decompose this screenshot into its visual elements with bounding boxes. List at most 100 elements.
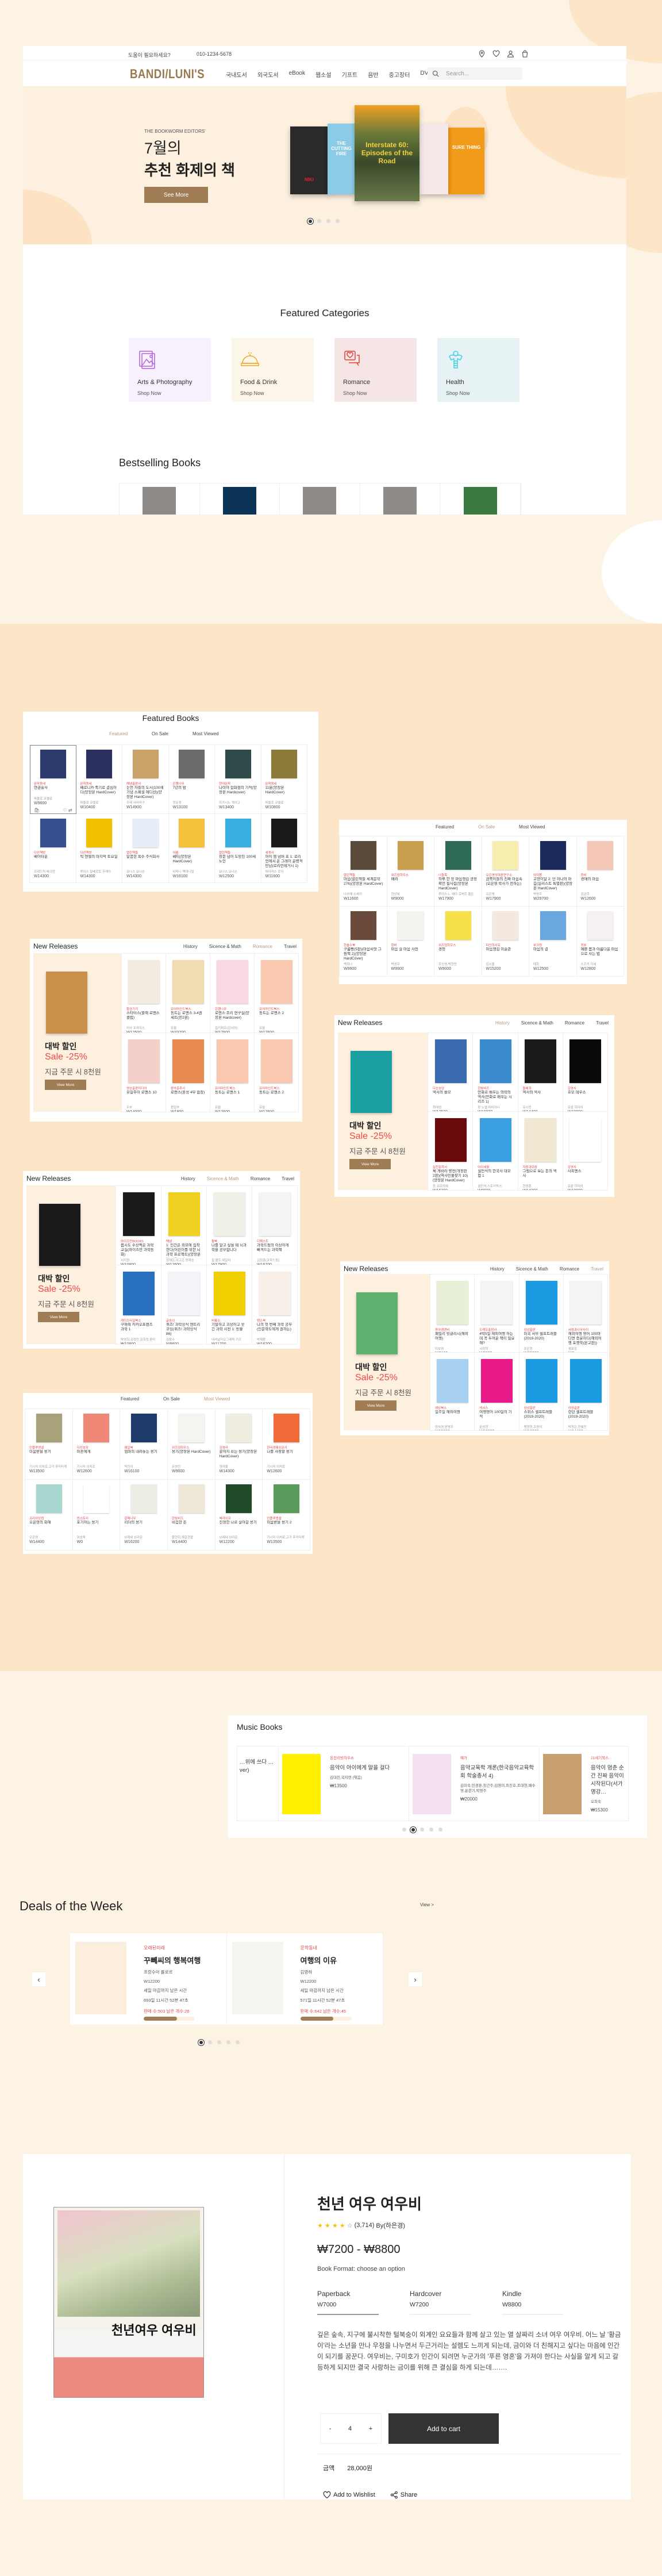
- category-card[interactable]: Food & Drink Shop Now: [232, 338, 314, 402]
- book-card[interactable]: 웨일북 엄마의 내려놓는 용기 박진아 W16100: [120, 1409, 168, 1480]
- book-cover[interactable]: [445, 841, 471, 870]
- book-card[interactable]: 유어마인드북스 동트는 로맨스 1 유월 W12600: [210, 1033, 255, 1112]
- book-cover[interactable]: [226, 1484, 252, 1513]
- book-title[interactable]: 나를 사랑할 용기: [267, 1450, 306, 1464]
- book-card[interactable]: 케이스타일북스 구해줘 카카오프렌즈 과학 1 박영희,김정민,김희정,윤미숙 W10…: [116, 1265, 161, 1345]
- bestselling-item[interactable]: [440, 483, 521, 515]
- book-title[interactable]: 과학드림의 이상하게 빠져드는 과학책: [257, 1243, 293, 1258]
- book-cover[interactable]: [172, 1039, 204, 1083]
- quantity-value[interactable]: 4: [348, 2425, 352, 2432]
- book-card[interactable]: 유어마인드북스 동트는 로맨스 2 유월 W12600: [255, 1033, 299, 1112]
- book-title[interactable]: 아이 엠 넘버 포 1: 로리언에서 온 그레이 운명적 만남(로리언레거시 1…: [265, 855, 304, 869]
- book-cover[interactable]: [131, 1414, 157, 1442]
- book-title[interactable]: 스타터스(블랙 로맨스 클럽): [126, 1011, 161, 1026]
- book-title[interactable]: 로맨스 조리 연구실(양장본 Hardcover): [215, 1011, 250, 1026]
- book-cover[interactable]: [75, 1942, 126, 2014]
- tab-travel[interactable]: Travel: [284, 944, 297, 949]
- book-card[interactable]: 은행나무 로맨스 조리 연구실(양장본 Hardcover) 밀키퍼프(김서아) W1…: [210, 954, 255, 1033]
- book-cover[interactable]: [543, 1754, 582, 1814]
- book-title[interactable]: 꾸뻬씨의 행복여행: [144, 1955, 213, 1965]
- promo-book-cover[interactable]: [39, 1204, 80, 1266]
- book-card[interactable]: 위즈덤하우스 용기(양장본 HardCover) 유영만 W9000: [167, 1409, 215, 1480]
- book-cover[interactable]: [168, 1272, 200, 1315]
- book-cover[interactable]: [540, 841, 566, 870]
- book-card[interactable]: 아띠봄 고양이달 2: 단 하나의 마음(일러스트 특별판)(양장본 HardCo…: [529, 836, 577, 907]
- book-title[interactable]: 마음의 결: [533, 947, 573, 962]
- book-title[interactable]: 미움받을 용기 2: [267, 1521, 306, 1535]
- book-title[interactable]: 몹시도 수상쩍은 과학교실(와이즈만 과학동화): [121, 1243, 157, 1258]
- book-card[interactable]: 부크럼 마음의 결 태희 W12500: [529, 907, 577, 977]
- book-title[interactable]: 설민석의 한국사 대모험 1: [478, 1169, 513, 1184]
- category-card[interactable]: Health Shop Now: [437, 338, 519, 402]
- tab-travel[interactable]: Travel: [591, 1266, 603, 1272]
- book-card[interactable]: 열린책들 창문 넘어 도망친 100세 노인 요나스 요나손 W12500: [215, 814, 261, 883]
- book-title[interactable]: 퀴즈! 과학상식 엔트리 코딩(퀴즈! 과학상식 86): [166, 1323, 202, 1337]
- book-title[interactable]: 경애의 마음: [581, 877, 621, 892]
- book-card[interactable]: 아름 베티(양장본 HardCover) 티파니 맥대니얼 W16100: [168, 814, 215, 883]
- nav-item[interactable]: eBook: [289, 70, 305, 79]
- book-title[interactable]: 하루 한 장 마음챙김 긍정 확언 필사집(양장본 HardCover): [438, 877, 478, 892]
- book-title[interactable]: 여행의 이유: [301, 1955, 370, 1965]
- book-title[interactable]: 해외여행 영어 100마디면 충분하다(해외여행 포켓북(본고판)): [568, 1332, 603, 1346]
- book-title[interactable]: 그림으로 보는 돈의 역사: [523, 1169, 559, 1184]
- book-title[interactable]: 음악교육학 개론(한국음악교육학회 학술총서 4): [460, 1764, 536, 1780]
- book-title[interactable]: 사피엔스: [568, 1169, 603, 1184]
- book-title[interactable]: 스위스 셀프트래블(2019-2020): [524, 1410, 559, 1425]
- tab-romance[interactable]: Romance: [565, 1020, 584, 1026]
- book-card[interactable]: 세계사 아이 엠 넘버 포 1: 로리언에서 온 그레이 운명적 만남(로리언레거…: [261, 814, 307, 883]
- book-title[interactable]: 배려: [391, 877, 431, 892]
- book-cover[interactable]: [36, 1484, 62, 1513]
- tab-most-viewed[interactable]: Most Viewed: [193, 731, 219, 736]
- book-cover[interactable]: [437, 1359, 469, 1403]
- bestselling-item[interactable]: [280, 483, 360, 515]
- add-to-wishlist-button[interactable]: Add to Wishlist: [323, 2491, 375, 2499]
- carousel-dot[interactable]: [226, 2040, 230, 2044]
- book-title[interactable]: 연금술사: [34, 786, 72, 796]
- book-card[interactable]: 넥서스여행영어 100일의 기적문성현W10800: [475, 1353, 519, 1431]
- category-card[interactable]: Romance Shop Now: [334, 338, 417, 402]
- book-card[interactable]: 인플루엔셜 미움받을 용기 기시미 이치로,고가 후미타케 W13500: [25, 1409, 73, 1480]
- carousel-dot[interactable]: [438, 1828, 442, 1832]
- shop-now-link[interactable]: Shop Now: [240, 390, 305, 396]
- tab-history[interactable]: History: [181, 1176, 195, 1181]
- add-to-cart-button[interactable]: Add to cart: [388, 2413, 499, 2444]
- book-card[interactable]: 문학동네 베로니카 죽기로 결심하다(양장본 HardCover) 파울로 코엘료 W…: [76, 745, 122, 814]
- book-card[interactable]: 음악춘추사 로맨스(혼성 4부 합창) 편집부 W1800: [166, 1033, 210, 1112]
- tab-sicence-math[interactable]: Sicence & Math: [207, 1176, 239, 1181]
- book-title[interactable]: 나의 첫 번째 과학 공부(인문학도에게 권하는): [257, 1323, 293, 1337]
- book-card[interactable]: 영상출판미디어 유일무이 로맨스 10 두부 W14000: [122, 1033, 166, 1112]
- book-cover[interactable]: [525, 1281, 557, 1325]
- tab-travel[interactable]: Travel: [596, 1020, 609, 1026]
- book-cover[interactable]: [40, 750, 66, 778]
- book-card[interactable]: 예담북스일주일 해외여행정숙영,윤영주W15200: [430, 1353, 475, 1431]
- tab-most-viewed[interactable]: Most Viewed: [204, 1396, 230, 1402]
- book-title[interactable]: 끝까지 쓰는 용기(양장본 HardCover): [220, 1450, 259, 1464]
- music-book-card[interactable]: …위에 쓰다 …ver): [237, 1746, 279, 1821]
- book-cover[interactable]: [132, 750, 159, 778]
- book-title[interactable]: 달콤한 복수 주식회사: [126, 855, 165, 869]
- book-title[interactable]: 나를 알고 싶을 때 뇌과학을 공부합니다: [211, 1243, 248, 1258]
- book-cover[interactable]: [481, 1281, 513, 1325]
- book-card[interactable]: 와이즈만BOOKS 몹시도 수상쩍은 과학교실(와이즈만 과학동화) 서지원 W108…: [116, 1186, 161, 1265]
- book-cover[interactable]: [540, 911, 566, 940]
- deals-next-arrow-icon[interactable]: ›: [409, 1972, 422, 1986]
- book-card[interactable]: 글송이 퀴즈! 과학상식 엔트리 코딩(퀴즈! 과학상식 86) 김응수 W8600: [161, 1265, 207, 1345]
- book-card[interactable]: 위즈덤하우스 배려 한상복 W9000: [387, 836, 434, 907]
- book-cover[interactable]: [222, 487, 256, 515]
- tab-sicence-math[interactable]: Sicence & Math: [516, 1266, 548, 1272]
- book-title[interactable]: 금쪽이들의 진짜 마음속(오은영 박사가 전하는): [486, 877, 526, 892]
- decrease-qty-button[interactable]: -: [329, 2425, 332, 2432]
- book-cover[interactable]: [569, 1039, 602, 1083]
- book-cover[interactable]: [434, 1118, 467, 1162]
- book-card[interactable]: 한빛비즈 만화로 배우는 의학의 역사(만화로 배우는 시리즈 1) 장 노엘 파비…: [473, 1033, 518, 1112]
- book-card[interactable]: 다산책방 베어타운 프레드릭 배크만 W14300: [30, 814, 76, 883]
- book-card[interactable]: 열린책들 달콤한 복수 주식회사 요나스 요나손 W14300: [122, 814, 169, 883]
- book-cover[interactable]: [259, 1192, 291, 1236]
- book-title[interactable]: 빅 엔젤의 마지막 토요일: [80, 855, 119, 869]
- deals-view-link[interactable]: View >: [420, 1902, 434, 1907]
- see-more-button[interactable]: See More: [144, 187, 208, 203]
- book-cover[interactable]: [123, 1192, 155, 1236]
- book-card[interactable]: 해냄 1: 인간은 외모에 집착한다(어린이를 위한 뇌과학 프로젝트)(양장본 …: [161, 1186, 207, 1265]
- book-cover[interactable]: [179, 750, 205, 778]
- book-card[interactable]: 창비 경애의 마음 김금희 W12600: [576, 836, 624, 907]
